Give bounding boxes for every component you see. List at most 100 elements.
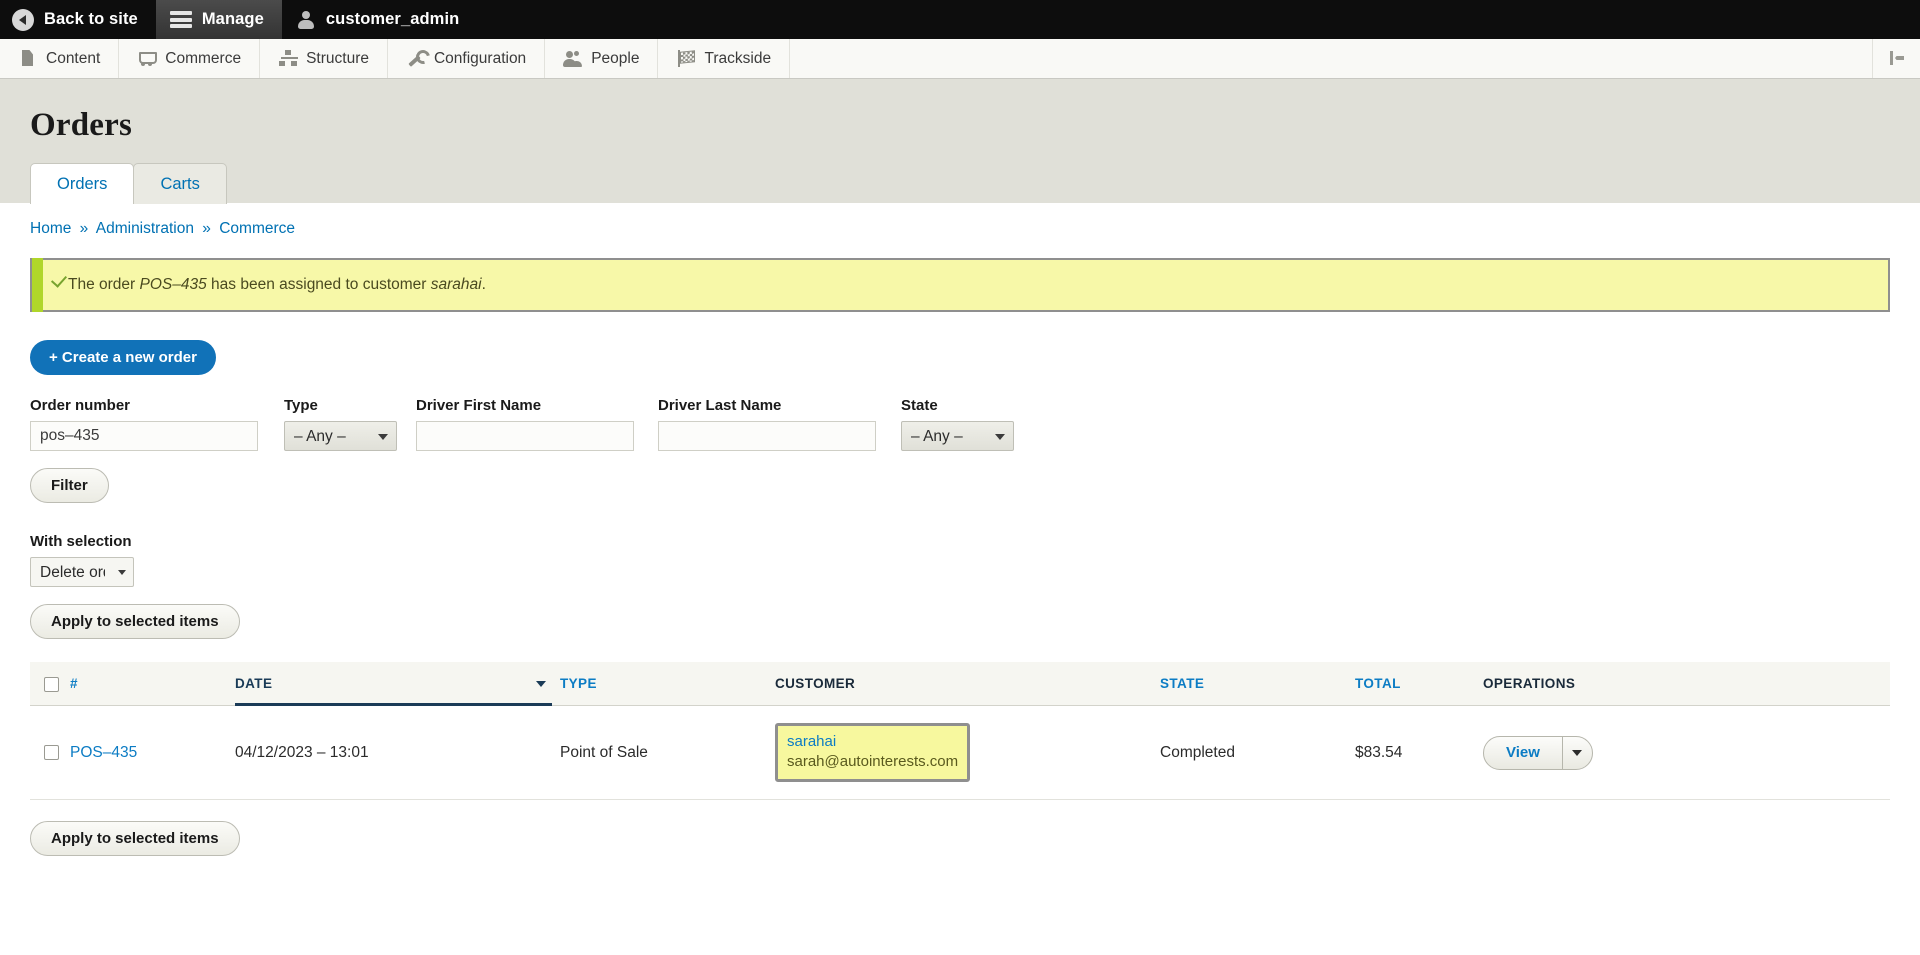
tray-item-structure[interactable]: Structure [260,39,388,78]
orders-table-body: POS–435 04/12/2023 – 13:01 Point of Sale… [30,705,1890,801]
tab-carts[interactable]: Carts [133,163,227,204]
status-message-middle: has been assigned to customer [206,276,431,293]
status-message-suffix: . [481,276,486,293]
filter-driver-first-name-label: Driver First Name [416,397,542,414]
breadcrumb-item-commerce[interactable]: Commerce [219,220,295,237]
header-type[interactable]: TYPE [560,662,775,706]
back-arrow-icon [12,8,34,31]
header-type-link[interactable]: TYPE [560,676,597,691]
toolbar-orientation-toggle-icon [1887,49,1906,68]
order-number-link[interactable]: POS–435 [70,744,137,761]
filter-state: State – Any – [901,397,1014,451]
tray-item-commerce-label: Commerce [165,49,242,67]
row-state-cell: Completed [1160,705,1355,801]
apply-to-selected-items-button-bottom[interactable]: Apply to selected items [30,821,240,857]
sort-descending-icon [536,681,546,688]
header-operations-label: OPERATIONS [1483,676,1576,692]
tray-item-configuration[interactable]: Configuration [388,39,546,78]
tray-item-content[interactable]: Content [0,39,120,78]
breadcrumb-item-administration[interactable]: Administration [96,220,194,237]
people-icon [563,49,582,68]
driver-first-name-input[interactable] [416,421,634,451]
checkered-flag-icon [676,49,695,68]
manage-menu-button[interactable]: Manage [155,0,282,39]
tray-item-configuration-label: Configuration [433,49,527,67]
bulk-action-select-wrap: Delete order [30,557,134,587]
header-state[interactable]: STATE [1160,662,1355,706]
bulk-action-select[interactable]: Delete order [30,557,134,587]
header-number[interactable]: # [70,662,235,706]
customer-name-link[interactable]: sarahai [787,732,958,752]
tab-orders-label: Orders [57,175,108,193]
toolbar-orientation-toggle[interactable] [1872,39,1920,78]
hamburger-icon [169,11,192,28]
type-select-wrap: – Any – [284,421,397,451]
page-header: Orders Orders Carts [0,79,1920,204]
filter-order-number-label: Order number [30,397,131,414]
tray-item-people-label: People [591,49,640,67]
tray-spacer [790,39,1872,78]
row-total-cell: $83.54 [1355,705,1483,801]
view-order-button[interactable]: View [1484,737,1562,769]
back-to-site-button[interactable]: Back to site [0,0,156,39]
row-select-cell [30,705,70,801]
driver-last-name-input[interactable] [658,421,876,451]
tray-item-structure-label: Structure [306,49,369,67]
row-date-cell: 04/12/2023 – 13:01 [235,705,560,801]
document-icon [18,49,37,68]
header-total[interactable]: TOTAL [1355,662,1483,706]
header-number-link[interactable]: # [70,676,78,691]
orders-table-wrap: # DATE TYPE CUSTOMER STATE TOTAL OPERATI… [0,639,1920,801]
user-account-button[interactable]: customer_admin [282,0,477,39]
orders-table-header-row: # DATE TYPE CUSTOMER STATE TOTAL OPERATI… [30,662,1890,707]
tray-item-people[interactable]: People [545,39,659,78]
row-order-number-cell: POS–435 [70,705,235,801]
row-customer-cell: sarahai sarah@autointerests.com [775,705,1160,801]
manage-label: Manage [201,10,264,28]
header-customer-label: CUSTOMER [775,676,856,692]
filter-type-label: Type [284,397,318,414]
select-all-checkbox[interactable] [44,676,59,692]
filter-driver-last-name: Driver Last Name [658,397,876,451]
wrench-icon [406,49,425,68]
primary-tabs: Orders Carts [0,162,1920,204]
row-operations-cell: View [1483,705,1890,801]
header-total-link[interactable]: TOTAL [1355,676,1401,691]
filter-order-number: Order number [30,397,258,451]
state-select-wrap: – Any – [901,421,1014,451]
admin-toolbar-tray: Content Commerce Structure Configuration… [0,39,1920,79]
admin-toolbar-bar: Back to site Manage customer_admin [0,0,1920,39]
page-title: Orders [30,107,133,143]
order-number-input[interactable] [30,421,258,451]
breadcrumb: Home » Administration » Commerce [0,203,1920,250]
header-date[interactable]: DATE [235,662,560,707]
filter-type: Type – Any – [284,397,397,451]
orders-table-head: # DATE TYPE CUSTOMER STATE TOTAL OPERATI… [30,662,1890,707]
user-account-label: customer_admin [325,10,460,28]
bulk-action-section: With selection Delete order [0,503,1920,587]
type-select[interactable]: – Any – [284,421,397,451]
header-state-link[interactable]: STATE [1160,676,1204,691]
create-new-order-button[interactable]: + Create a new order [30,340,216,375]
row-select-checkbox[interactable] [44,745,59,761]
customer-highlight-box: sarahai sarah@autointerests.com [775,722,971,783]
tray-item-trackside-label: Trackside [704,49,772,67]
state-select[interactable]: – Any – [901,421,1014,451]
tab-orders[interactable]: Orders [30,163,135,204]
breadcrumb-separator: » [79,220,89,237]
breadcrumb-item-home[interactable]: Home [30,220,71,237]
status-message: The order POS–435 has been assigned to c… [30,258,1890,312]
header-select-all [30,662,70,706]
shopping-cart-icon [137,49,158,68]
apply-to-selected-items-button-top[interactable]: Apply to selected items [30,604,240,639]
breadcrumb-separator: » [202,220,211,237]
operations-dropbutton: View [1483,735,1593,770]
filter-driver-first-name: Driver First Name [416,397,634,451]
tray-item-trackside[interactable]: Trackside [658,39,791,78]
main-content: Home » Administration » Commerce The ord… [0,203,1920,857]
filter-button[interactable]: Filter [30,468,109,503]
apply-bottom-row: Apply to selected items [0,800,1920,857]
tray-item-commerce[interactable]: Commerce [119,39,261,78]
operations-dropdown-toggle[interactable] [1561,736,1592,769]
customer-email-text: sarah@autointerests.com [787,753,959,771]
